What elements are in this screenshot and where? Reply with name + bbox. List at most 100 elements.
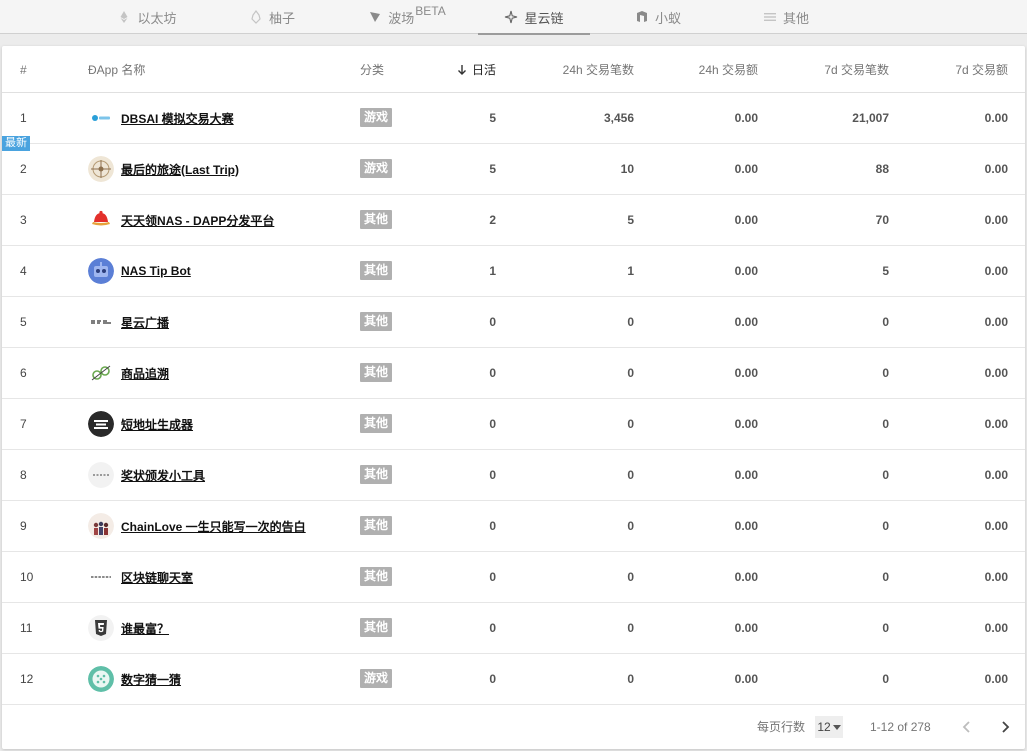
category-badge: 其他 (360, 210, 393, 229)
7d-tx-count-cell: 0 (882, 417, 889, 431)
tab-label: 其他 (782, 10, 809, 26)
table-row[interactable]: 10 区块链聊天室 其他 0 0 0.00 0 0.00 (2, 552, 1025, 603)
header-dapp-name[interactable]: ĐApp 名称 (88, 46, 288, 93)
daily-active-cell: 0 (489, 519, 496, 533)
chevron-left-icon (962, 721, 970, 733)
next-page-button[interactable] (995, 717, 1015, 737)
24h-tx-count-cell: 0 (627, 417, 634, 431)
dapp-name-link[interactable]: 短地址生成器 (121, 399, 193, 449)
24h-tx-count-cell: 3,456 (603, 111, 634, 125)
dapp-name-link[interactable]: 区块链聊天室 (121, 552, 193, 602)
rank-cell: 5 (20, 315, 27, 329)
7d-volume-cell: 0.00 (984, 162, 1008, 176)
rank-cell: 4 (20, 264, 27, 278)
rank-cell: 2 (20, 162, 27, 176)
24h-volume-cell: 0.00 (734, 111, 758, 125)
table-row[interactable]: 7 短地址生成器 其他 0 0 0.00 0 0.00 (2, 399, 1025, 450)
header-daily-active[interactable]: 日活 (422, 46, 496, 93)
7d-volume-cell: 0.00 (984, 672, 1008, 686)
rank-cell: 12 (20, 672, 34, 686)
tab-label: 柚子 (268, 10, 295, 26)
table-row[interactable]: 1 DBSAI 模拟交易大赛 游戏 5 3,456 0.00 21,007 0.00 (2, 93, 1025, 144)
short-url-logo-icon (88, 411, 114, 437)
24h-tx-count-cell: 0 (627, 468, 634, 482)
prev-page-button[interactable] (957, 717, 977, 737)
rank-cell: 6 (20, 366, 27, 380)
dapp-name-link[interactable]: 星云广播 (121, 297, 169, 347)
table-row[interactable]: 最新 2 最后的旅途(Last Trip) 游戏 5 10 0.00 88 0.00 (2, 136, 1025, 195)
category-badge: 其他 (360, 261, 393, 280)
tab-label: 星云链 (524, 10, 564, 26)
header-24h-volume[interactable]: 24h 交易额 (652, 46, 758, 93)
24h-volume-cell: 0.00 (734, 366, 758, 380)
7d-tx-count-cell: 0 (882, 672, 889, 686)
table-header: # ĐApp 名称 分类 日活 24h 交易笔数 24h 交易额 7d 交易笔数… (2, 46, 1025, 93)
category-badge: 游戏 (360, 108, 393, 127)
header-7d-tx-count[interactable]: 7d 交易笔数 (782, 46, 889, 93)
caret-down-icon (832, 725, 841, 730)
table-row[interactable]: 12 数字猜一猜 游戏 0 0 0.00 0 0.00 (2, 654, 1025, 705)
dapp-name-link[interactable]: 天天领NAS - DAPP分发平台 (121, 195, 274, 245)
24h-tx-count-cell: 0 (627, 366, 634, 380)
dapp-name-link[interactable]: DBSAI 模拟交易大赛 (121, 93, 234, 143)
rows-per-page-select[interactable]: 12 (815, 716, 843, 738)
tab-eos[interactable]: 柚子 (226, 0, 318, 34)
tron-icon (368, 10, 382, 24)
category-badge: 其他 (360, 414, 393, 433)
24h-volume-cell: 0.00 (734, 672, 758, 686)
table-row[interactable]: 9 ChainLove 一生只能写一次的告白 其他 0 0 0.00 0 0.00 (2, 501, 1025, 552)
dapp-name-link[interactable]: 奖状颁发小工具 (121, 450, 205, 500)
daily-active-cell: 0 (489, 570, 496, 584)
24h-tx-count-cell: 0 (627, 519, 634, 533)
ethereum-icon (117, 10, 131, 24)
sort-arrow-down-icon (456, 64, 468, 76)
dapp-name-link[interactable]: NAS Tip Bot (121, 246, 191, 296)
dapp-name-link[interactable]: 最后的旅途(Last Trip) (121, 144, 239, 194)
7d-tx-count-cell: 0 (882, 315, 889, 329)
daily-active-cell: 0 (489, 417, 496, 431)
tab-ethereum[interactable]: 以太坊 (96, 0, 198, 34)
tab-label: 波场 (388, 10, 415, 26)
category-badge: 其他 (360, 363, 393, 382)
category-badge: 其他 (360, 516, 393, 535)
table-row[interactable]: 4 NAS Tip Bot 其他 1 1 0.00 5 0.00 (2, 246, 1025, 297)
dapp-name-link[interactable]: 谁最富？ (121, 603, 169, 653)
24h-volume-cell: 0.00 (734, 621, 758, 635)
tab-nebulas[interactable]: 星云链 (478, 0, 590, 35)
dapp-name-link[interactable]: 数字猜一猜 (121, 654, 181, 704)
table-row[interactable]: 11 谁最富？ 其他 0 0 0.00 0 0.00 (2, 603, 1025, 654)
red-hat-logo-icon (88, 207, 114, 233)
table-row[interactable]: 5 星云广播 其他 0 0 0.00 0 0.00 (2, 297, 1025, 348)
header-7d-volume[interactable]: 7d 交易额 (912, 46, 1008, 93)
24h-volume-cell: 0.00 (734, 213, 758, 227)
24h-volume-cell: 0.00 (734, 519, 758, 533)
table-row[interactable]: 6 商品追溯 其他 0 0 0.00 0 0.00 (2, 348, 1025, 399)
dapp-name-link[interactable]: ChainLove 一生只能写一次的告白 (121, 501, 306, 551)
beta-superscript: BETA (415, 4, 446, 18)
24h-volume-cell: 0.00 (734, 468, 758, 482)
24h-volume-cell: 0.00 (734, 417, 758, 431)
daily-active-cell: 5 (489, 111, 496, 125)
daily-active-cell: 0 (489, 468, 496, 482)
table-row[interactable]: 3 天天领NAS - DAPP分发平台 其他 2 5 0.00 70 0.00 (2, 195, 1025, 246)
dice-logo-icon (88, 666, 114, 692)
7d-tx-count-cell: 0 (882, 366, 889, 380)
tab-label: 以太坊 (137, 10, 177, 26)
7d-volume-cell: 0.00 (984, 468, 1008, 482)
category-badge: 其他 (360, 618, 393, 637)
chevron-right-icon (1002, 721, 1010, 733)
tab-neo[interactable]: 小蚁 (612, 0, 704, 34)
rank-cell: 9 (20, 519, 27, 533)
robot-logo-icon (88, 258, 114, 284)
html5-logo-icon (88, 615, 114, 641)
header-category[interactable]: 分类 (360, 46, 420, 93)
7d-tx-count-cell: 0 (882, 519, 889, 533)
header-24h-tx-count[interactable]: 24h 交易笔数 (522, 46, 634, 93)
7d-tx-count-cell: 88 (875, 162, 889, 176)
7d-tx-count-cell: 0 (882, 621, 889, 635)
dapp-name-link[interactable]: 商品追溯 (121, 348, 169, 398)
table-row[interactable]: 8 奖状颁发小工具 其他 0 0 0.00 0 0.00 (2, 450, 1025, 501)
tab-tron[interactable]: 波场 BETA (356, 0, 458, 34)
7d-tx-count-cell: 70 (875, 213, 889, 227)
tab-others[interactable]: 其他 (740, 0, 832, 34)
